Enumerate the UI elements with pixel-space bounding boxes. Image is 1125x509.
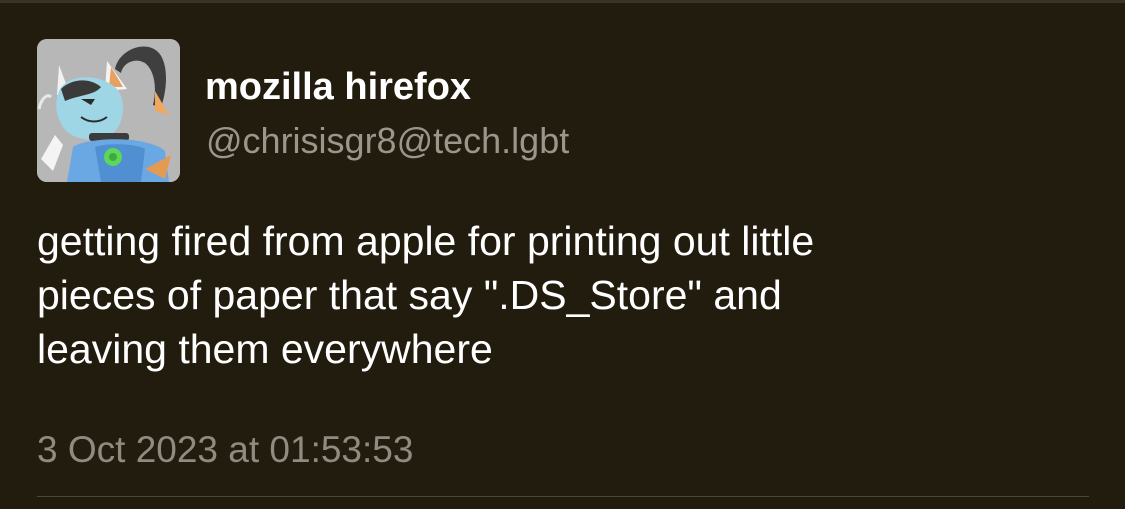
post-detail: mozilla hirefox @chrisisgr8@tech.lgbt ge… xyxy=(0,0,1125,509)
divider xyxy=(37,496,1089,497)
fox-character-avatar-icon xyxy=(37,39,180,182)
account-handle[interactable]: @chrisisgr8@tech.lgbt xyxy=(206,119,569,163)
post-text-line: pieces of paper that say ".DS_Store" and xyxy=(37,272,782,318)
avatar[interactable] xyxy=(37,39,180,182)
display-name[interactable]: mozilla hirefox xyxy=(205,64,471,110)
post-text-line: leaving them everywhere xyxy=(37,326,493,372)
post-content: getting fired from apple for printing ou… xyxy=(37,214,1037,376)
post-timestamp[interactable]: 3 Oct 2023 at 01:53:53 xyxy=(37,428,413,472)
post-text-line: getting fired from apple for printing ou… xyxy=(37,218,815,264)
